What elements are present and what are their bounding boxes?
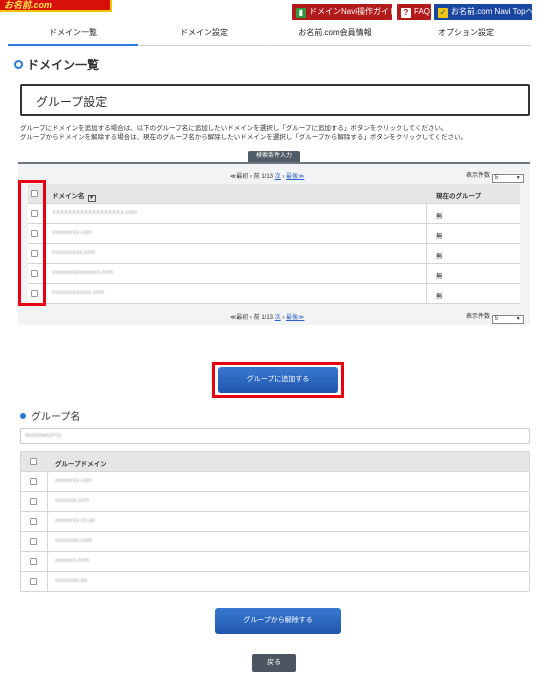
pager-prev: 前 — [253, 315, 260, 321]
table-row: xxxxxxxxx.com 無 — [28, 224, 520, 244]
guide-book-icon: ▮ — [296, 8, 306, 18]
ring-icon — [14, 60, 23, 69]
domain-name: xxxxxxxx.com — [55, 538, 93, 544]
group-domain-table: グループドメイン xxxxxxxx.com xxxxxxx.com xxxxxx… — [20, 451, 530, 592]
table-header-row: ドメイン名 ▼ 現在のグループ — [28, 184, 520, 204]
row-checkbox[interactable] — [30, 578, 37, 585]
instruction-line-2: グループからドメインを解除する場合は、現在のグループ名から解除したいドメインを選… — [20, 134, 467, 141]
table-row: XXXXXXXXXXXXXXXXXX.com 無 — [28, 204, 520, 224]
current-group: 無 — [436, 233, 443, 240]
current-group: 無 — [436, 293, 443, 300]
domain-name: xxxxxxxxxx.com — [52, 250, 96, 256]
checkbox-column-highlight — [18, 180, 46, 306]
row-checkbox[interactable] — [30, 498, 37, 505]
row-checkbox[interactable] — [30, 558, 37, 565]
pager-page: 1/13 — [261, 315, 274, 321]
table-row: xxxxxxxx.co.uk — [21, 512, 529, 532]
table-header-row: グループドメイン — [21, 452, 529, 472]
table-row: xxxxxxxxxx.com 無 — [28, 244, 520, 264]
faq-label: FAQ — [414, 7, 431, 16]
pager-prev: 前 — [253, 174, 260, 180]
per-page-top: 表示件数 5 — [466, 170, 524, 183]
row-checkbox[interactable] — [30, 538, 37, 545]
domain-list-panel: ≪最初 ‹ 前 1/13 次 › 最後≫ 表示件数 5 ドメイン名▼ 現在のグル… — [18, 162, 530, 325]
col-group-header: 現在のグループ — [436, 193, 482, 200]
pager-next-link[interactable]: 次 — [275, 174, 281, 180]
pager-last-link[interactable]: 最後≫ — [286, 315, 304, 321]
per-page-select[interactable]: 5 — [491, 174, 524, 183]
group-name-title: グループ名 — [31, 412, 81, 423]
pager-top: ≪最初 ‹ 前 1/13 次 › 最後≫ — [230, 174, 305, 180]
page-title: ドメイン一覧 — [14, 56, 99, 73]
top-bar: お名前.com ▮ ドメインNavi操作ガイド ? FAQ ✓ お名前.com Nav… — [0, 0, 550, 20]
row-checkbox[interactable] — [30, 518, 37, 525]
table-row: xxxxxxxx.com — [21, 532, 529, 552]
instruction-line-1: グループにドメインを追加する場合は、以下のグループ名に追加したいドメインを選択し… — [20, 125, 448, 132]
pager-next-link[interactable]: 次 — [275, 315, 281, 321]
per-page-label: 表示件数 — [466, 173, 491, 179]
question-icon: ? — [401, 8, 411, 18]
tab-domain-settings[interactable]: ドメイン設定 — [139, 24, 269, 46]
col-group-domain-header: グループドメイン — [55, 461, 107, 468]
per-page-select[interactable]: 5 — [491, 315, 524, 324]
group-name-field[interactable]: Windows(PS) — [20, 428, 530, 444]
group-name-heading: グループ名 — [20, 408, 80, 423]
domain-name: xxxxxxxx.de — [55, 578, 88, 584]
sort-icon[interactable]: ▼ — [87, 195, 96, 202]
main-nav: ドメイン一覧 ドメイン設定 お名前.com会員情報 オプション設定 — [8, 24, 531, 46]
table-row: xxxxxxx.com — [21, 552, 529, 572]
per-page-label: 表示件数 — [466, 314, 491, 320]
navi-top-icon: ✓ — [438, 8, 448, 18]
onamae-logo[interactable]: お名前.com — [0, 0, 112, 12]
tab-member-info[interactable]: お名前.com会員情報 — [270, 24, 400, 46]
navi-guide-label: ドメインNavi操作ガイド — [309, 7, 398, 16]
navi-guide-link[interactable]: ▮ ドメインNavi操作ガイド — [292, 4, 397, 20]
instructions: グループにドメインを追加する場合は、以下のグループ名に追加したいドメインを選択し… — [20, 124, 530, 142]
domain-name: xxxxxxx.com — [55, 498, 90, 504]
back-button[interactable]: 戻る — [252, 654, 296, 672]
bullet-icon — [20, 413, 26, 419]
col-domain-header[interactable]: ドメイン名 ▼ — [52, 190, 96, 202]
col-domain-label: ドメイン名 — [52, 193, 85, 200]
pager-first-link[interactable]: ≪最初 — [230, 315, 248, 321]
current-group: 無 — [436, 273, 443, 280]
domain-name: xxxxxxxxxxxxxxxx.com — [52, 270, 114, 276]
row-checkbox[interactable] — [30, 478, 37, 485]
table-row: xxxxxxxxxxxxx.com 無 — [28, 284, 520, 304]
domain-name: xxxxxxxx.com — [55, 478, 93, 484]
current-group: 無 — [436, 213, 443, 220]
table-row: xxxxxxx.com — [21, 492, 529, 512]
domain-name: xxxxxxxxxxxxx.com — [52, 290, 105, 296]
per-page-bottom: 表示件数 5 — [466, 311, 524, 324]
current-group: 無 — [436, 253, 443, 260]
group-settings-title: グループ設定 — [36, 95, 108, 109]
add-to-group-button[interactable]: グループに追加する — [218, 367, 338, 393]
table-row: xxxxxxxx.de — [21, 572, 529, 592]
domain-table: ドメイン名 ▼ 現在のグループ XXXXXXXXXXXXXXXXXX.com 無 … — [28, 184, 520, 304]
domain-name: xxxxxxxx.co.uk — [55, 518, 96, 524]
pager-bottom: ≪最初 ‹ 前 1/13 次 › 最後≫ — [230, 315, 305, 321]
page-title-text: ドメイン一覧 — [27, 58, 100, 72]
table-row: xxxxxxxxxxxxxxxx.com 無 — [28, 264, 520, 284]
domain-name: xxxxxxx.com — [55, 558, 90, 564]
pager-page: 1/13 — [261, 174, 274, 180]
domain-name: XXXXXXXXXXXXXXXXXX.com — [52, 210, 138, 216]
domain-name: xxxxxxxxx.com — [52, 230, 93, 236]
remove-from-group-button[interactable]: グループから解除する — [215, 608, 341, 634]
tab-option-settings[interactable]: オプション設定 — [401, 24, 531, 46]
navi-top-link[interactable]: ✓ お名前.com Navi Topへ — [434, 4, 534, 20]
select-all-checkbox[interactable] — [30, 458, 37, 465]
group-name-value: Windows(PS) — [25, 433, 62, 439]
search-conditions-tab[interactable]: 検索条件入力 — [248, 151, 300, 162]
tab-domain-list[interactable]: ドメイン一覧 — [8, 24, 138, 46]
table-row: xxxxxxxx.com — [21, 472, 529, 492]
pager-first-link[interactable]: ≪最初 — [230, 174, 248, 180]
navi-top-label: お名前.com Navi Topへ — [451, 7, 534, 16]
faq-link[interactable]: ? FAQ — [397, 4, 431, 20]
pager-last-link[interactable]: 最後≫ — [286, 174, 304, 180]
group-settings-header: グループ設定 — [20, 84, 530, 116]
